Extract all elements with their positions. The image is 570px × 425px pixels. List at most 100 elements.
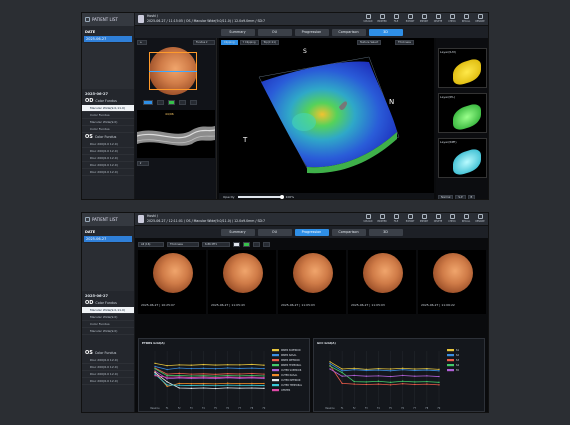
y-clipping-button[interactable]: Y Clipping (239, 40, 259, 45)
study-item[interactable]: Color Fundus (82, 112, 134, 119)
study-item[interactable]: Macular Wide(9.0) (82, 314, 134, 321)
grid-icon[interactable] (190, 100, 197, 105)
patient-list-button[interactable]: PATIENT LIST (82, 13, 134, 26)
date-list-empty (82, 43, 134, 89)
tab-comparison[interactable]: Comparison (331, 228, 366, 236)
mode-sp[interactable]: S-P (455, 195, 466, 199)
tab-ou[interactable]: OU (257, 228, 292, 236)
clipping-button[interactable]: Clipping (221, 40, 238, 45)
date-item-selected[interactable]: 2025-06-27 (84, 236, 132, 242)
delete-icon (435, 214, 441, 219)
x-tick-label: F7 (238, 407, 241, 410)
legend-label: S3 (456, 359, 459, 362)
study-item[interactable]: Disc 200(6.0 12.0) (82, 357, 134, 364)
study-item[interactable]: Disc 200(6.0 12.0) (82, 141, 134, 148)
fundus-card[interactable]: 2025-06-27 | 10:25:07 (138, 250, 206, 314)
patient-list-button[interactable]: PATIENT LIST (82, 213, 134, 226)
tab-progression[interactable]: Progression (294, 228, 329, 236)
mode-normal[interactable]: Normal (438, 195, 454, 199)
home-icon[interactable]: ⌂ (137, 40, 147, 45)
study-item[interactable]: Disc 200(6.0 12.0) (82, 162, 134, 169)
upload-button[interactable]: UPLOAD (362, 14, 374, 23)
check-button[interactable]: CHECK (446, 214, 458, 223)
green-icon[interactable] (168, 100, 175, 105)
export-button[interactable]: EXPORT (404, 214, 416, 223)
legend-swatch (272, 379, 279, 382)
opacity-slider[interactable] (237, 195, 284, 199)
tab-summary[interactable]: Summary (220, 228, 255, 236)
tab-3d[interactable]: 3D (368, 28, 403, 36)
fundus-card[interactable]: 2025-06-27 | 11:05:03 (348, 250, 416, 314)
import-icon (421, 14, 427, 19)
settings-icon[interactable] (263, 241, 270, 247)
printer-button[interactable]: PRINTER (376, 214, 388, 223)
grid-icon[interactable] (253, 241, 260, 247)
ruler-icon[interactable] (157, 100, 164, 105)
fundus-card[interactable]: 2025-06-27 | 11:05:43 (208, 250, 276, 314)
data-point (214, 375, 217, 377)
play-icon[interactable] (243, 241, 250, 247)
legend-swatch (447, 359, 454, 362)
import-button[interactable]: IMPORT (418, 214, 430, 223)
data-point (263, 382, 265, 385)
study-item[interactable]: Disc 200(6.0 12.0) (82, 169, 134, 176)
export-button[interactable]: EXPORT (404, 14, 416, 23)
study-item[interactable]: Macular Wide(9.0) (82, 328, 134, 335)
study-item[interactable]: Disc 200(6.0 12.0) (82, 364, 134, 371)
recall-button[interactable]: RECALL (460, 214, 472, 223)
brush-icon[interactable] (179, 100, 186, 105)
thumb-1[interactable]: Layer(ILM) (438, 48, 487, 88)
file-button[interactable]: FILE (390, 214, 402, 223)
study-item[interactable]: Color Fundus (82, 321, 134, 328)
data-point (251, 387, 253, 389)
study-item[interactable]: Disc 200(6.0 12.0) (82, 148, 134, 155)
bscan-image[interactable] (137, 110, 215, 158)
value-select[interactable]: 6.86 MT1 (202, 241, 230, 247)
x-tick-label: F1 (166, 407, 169, 410)
file-button[interactable]: FILE (390, 14, 402, 23)
zoom-icon[interactable] (143, 100, 153, 105)
mode-b[interactable]: B (467, 195, 476, 199)
volume-3d-view[interactable]: Clipping Y Clipping Top(C:11) Texture Se… (219, 38, 434, 199)
bscan-mode[interactable]: ▾ (137, 161, 149, 166)
filter-select[interactable]: All (16) (138, 241, 164, 247)
tab-summary[interactable]: Summary (220, 28, 255, 36)
range-select[interactable]: Thickness (167, 241, 199, 247)
thumb-3[interactable]: Layer(RPE) (438, 138, 487, 178)
study-item[interactable]: Macular Wide(9.0,11.0) (82, 105, 134, 112)
data-point (214, 373, 217, 375)
import-button[interactable]: IMPORT (418, 14, 430, 23)
study-item[interactable]: Macular Wide(9.0) (82, 119, 134, 126)
rename-button[interactable]: RENAME (474, 14, 486, 23)
view-tabs: Summary OU Progression Comparison 3D (135, 226, 488, 238)
recall-button[interactable]: RECALL (460, 14, 472, 23)
top-clip-button[interactable]: Top(C:11) (260, 40, 279, 45)
stop-icon[interactable] (233, 241, 240, 247)
data-point (329, 368, 331, 370)
study-item[interactable]: Color Fundus (82, 126, 134, 133)
thickness-select[interactable]: Thickness (395, 40, 414, 45)
tab-3d[interactable]: 3D (368, 228, 403, 236)
study-item[interactable]: Disc 200(6.0 12.0) (82, 378, 134, 385)
x-tick-label: F4 (377, 407, 380, 410)
tab-progression[interactable]: Progression (294, 28, 329, 36)
date-item-selected[interactable]: 2025-06-27 (84, 36, 132, 42)
study-item[interactable]: Disc 200(6.0 12.0) (82, 371, 134, 378)
tab-ou[interactable]: OU (257, 28, 292, 36)
thumb-2[interactable]: Layer(IPL) (438, 93, 487, 133)
rename-button[interactable]: RENAME (474, 214, 486, 223)
study-item[interactable]: Macular Wide(9.0,11.0) (82, 307, 134, 314)
check-button[interactable]: CHECK (446, 14, 458, 23)
tab-comparison[interactable]: Comparison (331, 28, 366, 36)
legend-label: INNER SUPERIOR (281, 349, 301, 352)
delete-button[interactable]: DELETE (432, 214, 444, 223)
printer-button[interactable]: PRINTER (376, 14, 388, 23)
texture-select[interactable]: Texture Select (357, 40, 382, 45)
layer-dropdown[interactable]: Fundus ▾ (193, 40, 215, 45)
fundus-card[interactable]: 2025-06-27 | 11:06:22 (418, 250, 486, 314)
fundus-card[interactable]: 2025-06-27 | 11:05:03 (278, 250, 346, 314)
upload-button[interactable]: UPLOAD (362, 214, 374, 223)
delete-button[interactable]: DELETE (432, 14, 444, 23)
study-item[interactable]: Disc 200(6.0 12.0) (82, 155, 134, 162)
data-point (178, 387, 180, 389)
